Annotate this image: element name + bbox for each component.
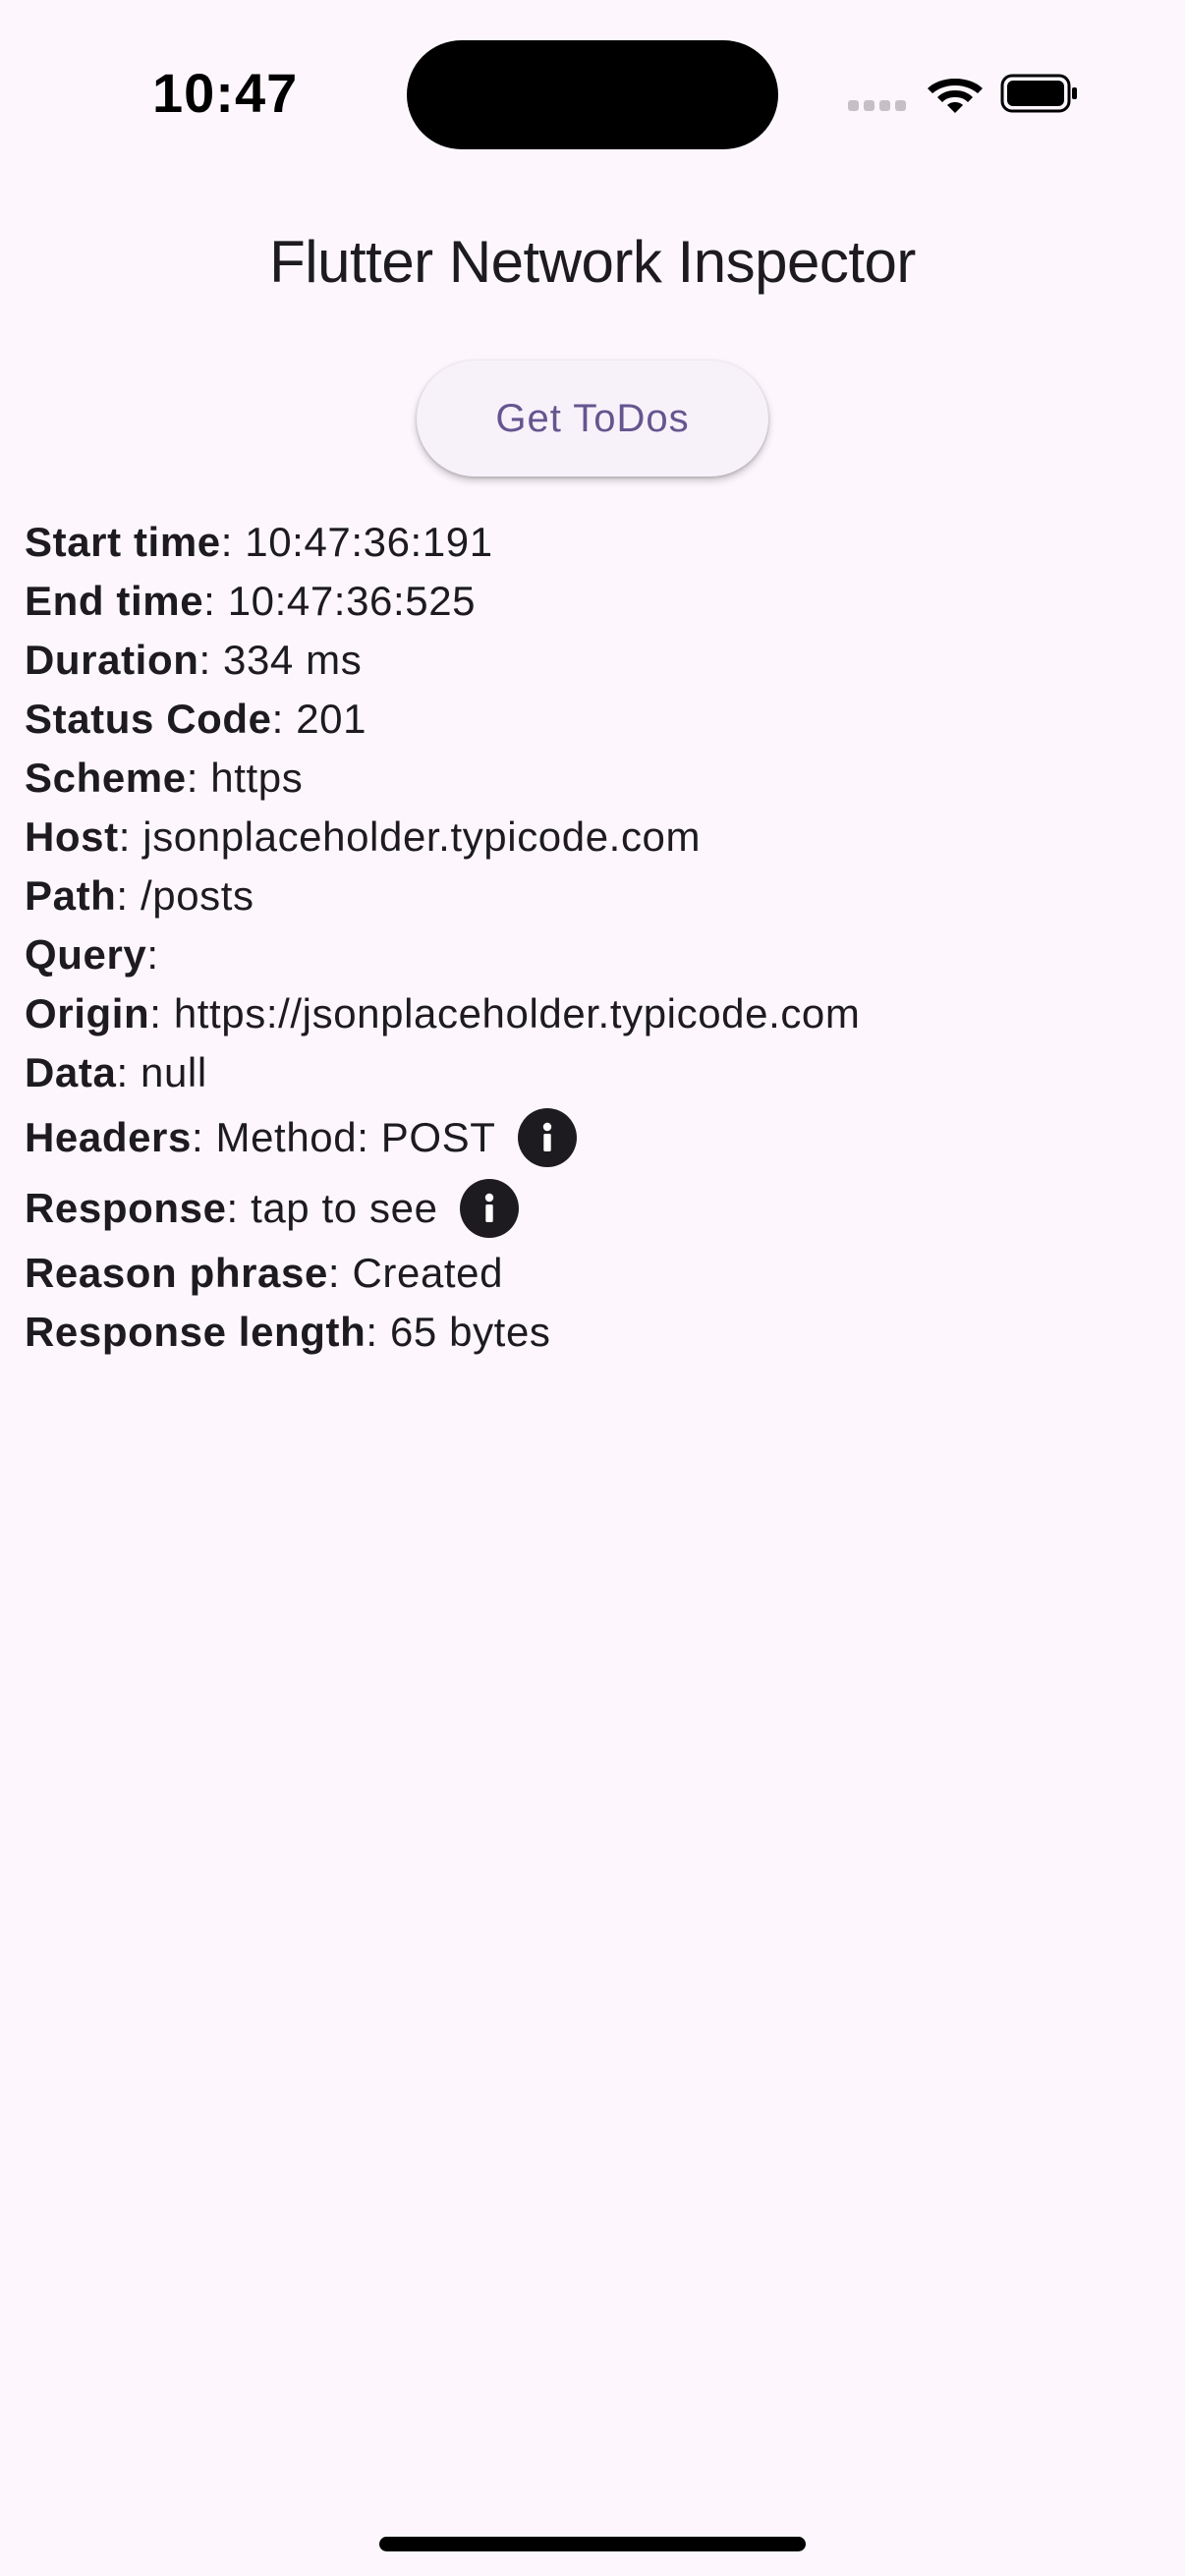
- detail-key: Duration: [25, 637, 199, 683]
- detail-value: 334 ms: [223, 637, 363, 683]
- detail-row: Response length: 65 bytes: [25, 1303, 551, 1362]
- detail-row: Reason phrase: Created: [25, 1244, 503, 1303]
- detail-separator: :: [191, 1114, 216, 1160]
- detail-separator: :: [118, 813, 143, 860]
- battery-icon: [1000, 74, 1077, 113]
- detail-key: Host: [25, 813, 119, 860]
- detail-value: Created: [352, 1250, 504, 1296]
- detail-key: Response: [25, 1185, 227, 1231]
- detail-separator: :: [220, 519, 246, 565]
- info-icon[interactable]: [517, 1108, 577, 1167]
- detail-row: Duration: 334 ms: [25, 631, 362, 690]
- detail-row: Start time: 10:47:36:191: [25, 513, 493, 572]
- detail-key: Response length: [25, 1309, 367, 1355]
- detail-value: tap to see: [251, 1185, 438, 1231]
- detail-row: Status Code: 201: [25, 690, 367, 749]
- cellular-signal-icon: [848, 100, 907, 114]
- status-time: 10:47: [152, 62, 299, 124]
- detail-key: Start time: [25, 519, 221, 565]
- home-indicator[interactable]: [379, 2537, 806, 2551]
- detail-key: Query: [25, 931, 147, 978]
- detail-key: Scheme: [25, 755, 187, 801]
- page-title: Flutter Network Inspector: [269, 229, 916, 295]
- detail-key: Reason phrase: [25, 1250, 328, 1296]
- info-icon[interactable]: [459, 1179, 519, 1238]
- detail-separator: :: [146, 931, 171, 978]
- detail-value: 201: [296, 696, 367, 742]
- detail-separator: :: [226, 1185, 252, 1231]
- detail-value: null: [140, 1049, 207, 1095]
- detail-value: 10:47:36:525: [227, 578, 477, 624]
- detail-value: 10:47:36:191: [245, 519, 493, 565]
- detail-value: /posts: [140, 872, 254, 919]
- detail-row: End time: 10:47:36:525: [25, 572, 476, 631]
- detail-value: jsonplaceholder.typicode.com: [142, 813, 702, 860]
- detail-separator: :: [116, 1049, 141, 1095]
- detail-separator: :: [116, 872, 141, 919]
- detail-row: Host: jsonplaceholder.typicode.com: [25, 808, 701, 867]
- detail-value: Method: POST: [215, 1114, 496, 1160]
- get-todos-button[interactable]: Get ToDos: [417, 361, 768, 476]
- detail-separator: :: [327, 1250, 353, 1296]
- detail-separator: :: [198, 637, 224, 683]
- detail-key: Path: [25, 872, 117, 919]
- detail-separator: :: [203, 578, 228, 624]
- dynamic-island: [407, 40, 778, 149]
- detail-separator: :: [366, 1309, 390, 1355]
- detail-row: Data: null: [25, 1043, 207, 1102]
- detail-key: End time: [25, 578, 204, 624]
- detail-value: https://jsonplaceholder.typicode.com: [173, 990, 861, 1036]
- detail-key: Origin: [25, 990, 150, 1036]
- detail-key: Headers: [25, 1114, 192, 1160]
- detail-key: Status Code: [25, 696, 272, 742]
- detail-row: Path: /posts: [25, 867, 254, 925]
- detail-row[interactable]: Headers: Method: POST: [25, 1108, 577, 1167]
- detail-separator: :: [271, 696, 297, 742]
- detail-value: 65 bytes: [389, 1309, 551, 1355]
- detail-row: Query:: [25, 925, 171, 984]
- detail-separator: :: [149, 990, 174, 1036]
- wifi-icon: [928, 79, 983, 113]
- detail-row[interactable]: Response: tap to see: [25, 1179, 519, 1238]
- detail-separator: :: [186, 755, 211, 801]
- detail-row: Scheme: https: [25, 749, 303, 808]
- detail-row: Origin: https://jsonplaceholder.typicode…: [25, 984, 860, 1043]
- status-bar: 10:47: [0, 0, 1185, 187]
- detail-value: https: [210, 755, 304, 801]
- detail-key: Data: [25, 1049, 117, 1095]
